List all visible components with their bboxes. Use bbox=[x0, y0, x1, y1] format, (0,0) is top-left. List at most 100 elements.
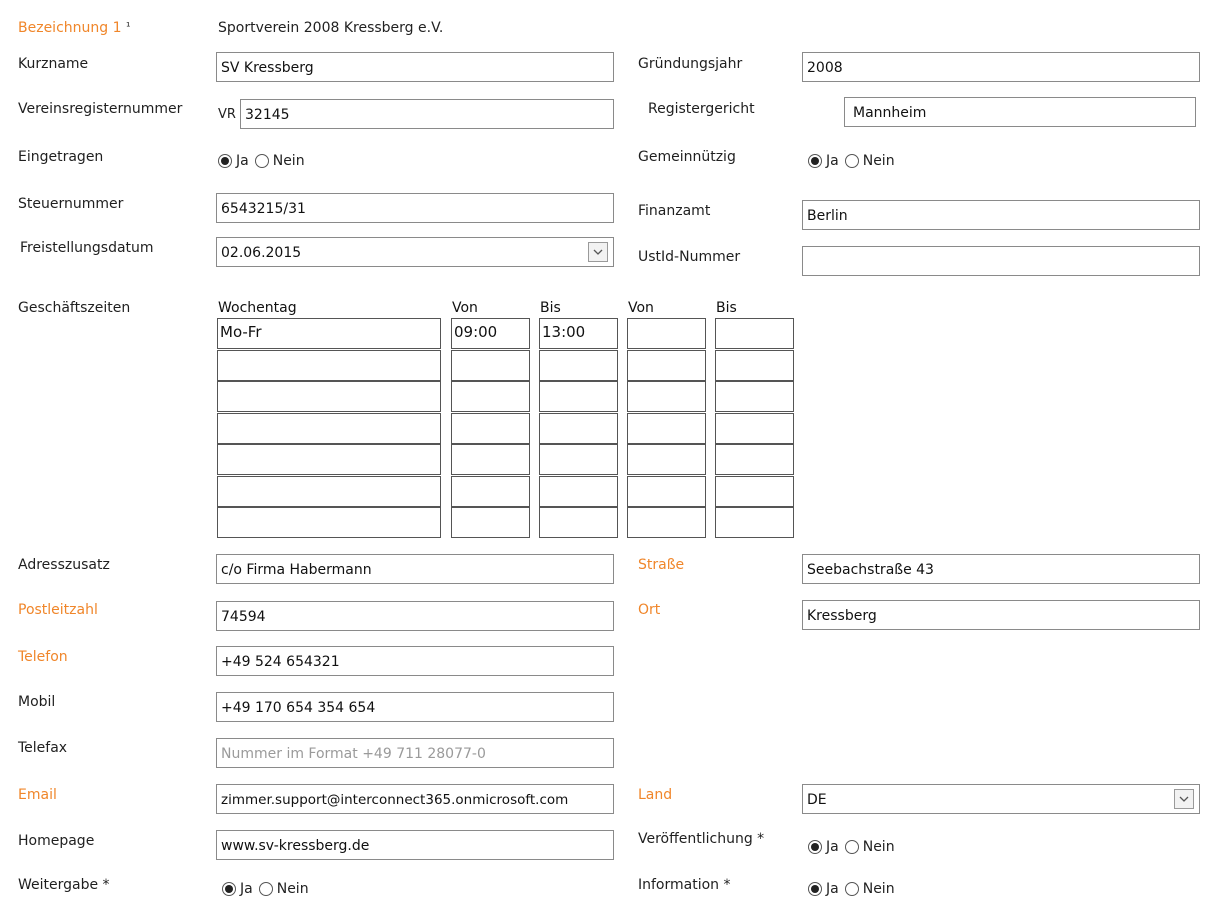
mobil-label: Mobil bbox=[18, 694, 56, 710]
hours-cell-wochentag[interactable] bbox=[217, 349, 441, 381]
homepage-label: Homepage bbox=[18, 833, 95, 849]
email-input[interactable]: zimmer.support@interconnect365.onmicroso… bbox=[216, 784, 614, 814]
vereinsregister-prefix: VR bbox=[218, 107, 236, 122]
information-radio-group: Ja Nein bbox=[808, 881, 901, 897]
telefon-label: Telefon bbox=[18, 649, 68, 665]
hours-cell-von-2[interactable] bbox=[627, 381, 706, 412]
adresszusatz-label: Adresszusatz bbox=[18, 557, 110, 573]
freistellungsdatum-value: 02.06.2015 bbox=[221, 245, 302, 261]
gemeinnuetzig-nein-radio[interactable] bbox=[844, 154, 859, 168]
hours-cell-bis-2[interactable] bbox=[715, 444, 794, 475]
postleitzahl-input[interactable]: 74594 bbox=[216, 601, 614, 631]
hours-cell-von-2[interactable] bbox=[627, 318, 706, 349]
veroeffentlichung-nein-radio[interactable] bbox=[844, 840, 859, 854]
hours-cell-bis-1[interactable] bbox=[539, 507, 618, 538]
telefon-input[interactable]: +49 524 654321 bbox=[216, 646, 614, 676]
gemeinnuetzig-nein-label: Nein bbox=[862, 153, 895, 169]
kurzname-input[interactable]: SV Kressberg bbox=[216, 52, 614, 82]
hours-cell-wochentag[interactable]: Mo-Fr bbox=[217, 318, 441, 349]
adresszusatz-input[interactable]: c/o Firma Habermann bbox=[216, 554, 614, 584]
vereinsregister-input[interactable]: 32145 bbox=[240, 99, 614, 129]
strasse-input[interactable]: Seebachstraße 43 bbox=[802, 554, 1200, 584]
eingetragen-ja-label: Ja bbox=[236, 153, 249, 169]
veroeffentlichung-radio-group: Ja Nein bbox=[808, 839, 901, 855]
eingetragen-ja-radio[interactable] bbox=[218, 154, 232, 168]
hours-cell-bis-1[interactable] bbox=[539, 381, 618, 412]
hours-cell-von-1[interactable] bbox=[451, 507, 530, 538]
registergericht-input[interactable]: Mannheim bbox=[844, 97, 1196, 127]
land-select[interactable]: DE bbox=[802, 784, 1200, 814]
hours-cell-bis-1[interactable] bbox=[539, 412, 618, 444]
hours-cell-von-2[interactable] bbox=[627, 349, 706, 381]
gemeinnuetzig-ja-radio[interactable] bbox=[808, 154, 822, 168]
chevron-down-icon bbox=[1179, 796, 1189, 802]
hours-cell-wochentag[interactable] bbox=[217, 507, 441, 538]
telefax-label: Telefax bbox=[18, 740, 68, 756]
ort-input[interactable]: Kressberg bbox=[802, 600, 1200, 630]
hours-cell-von-2[interactable] bbox=[627, 507, 706, 538]
hours-cell-wochentag[interactable] bbox=[217, 381, 441, 412]
hours-cell-bis-2[interactable] bbox=[715, 318, 794, 349]
vereinsregister-label: Vereinsregisternummer bbox=[18, 101, 183, 117]
freistellungsdatum-dropdown-button[interactable] bbox=[588, 242, 608, 262]
weitergabe-nein-radio[interactable] bbox=[258, 882, 273, 896]
gemeinnuetzig-label: Gemeinnützig bbox=[638, 149, 736, 165]
hours-cell-bis-1[interactable] bbox=[539, 444, 618, 475]
telefax-input[interactable]: Nummer im Format +49 711 28077-0 bbox=[216, 738, 614, 768]
hours-cell-wochentag[interactable] bbox=[217, 444, 441, 475]
hours-cell-von-1[interactable] bbox=[451, 475, 530, 507]
hours-cell-wochentag[interactable] bbox=[217, 475, 441, 507]
land-value: DE bbox=[807, 792, 827, 808]
postleitzahl-label: Postleitzahl bbox=[18, 602, 98, 618]
header-wochentag: Wochentag bbox=[218, 300, 297, 316]
information-ja-radio[interactable] bbox=[808, 882, 822, 896]
hours-cell-von-1[interactable]: 09:00 bbox=[451, 318, 530, 349]
hours-cell-bis-2[interactable] bbox=[715, 381, 794, 412]
hours-cell-bis-2[interactable] bbox=[715, 412, 794, 444]
bezeichnung-label: Bezeichnung 1 ¹ bbox=[18, 20, 130, 36]
hours-cell-von-1[interactable] bbox=[451, 412, 530, 444]
hours-cell-wochentag[interactable] bbox=[217, 412, 441, 444]
hours-cell-bis-1[interactable]: 13:00 bbox=[539, 318, 618, 349]
information-nein-radio[interactable] bbox=[844, 882, 859, 896]
hours-cell-von-2[interactable] bbox=[627, 444, 706, 475]
gruendungsjahr-input[interactable]: 2008 bbox=[802, 52, 1200, 82]
hours-cell-bis-2[interactable] bbox=[715, 349, 794, 381]
freistellungsdatum-input[interactable]: 02.06.2015 bbox=[216, 237, 614, 267]
hours-cell-bis-2[interactable] bbox=[715, 475, 794, 507]
eingetragen-nein-label: Nein bbox=[272, 153, 305, 169]
information-label: Information * bbox=[638, 877, 731, 893]
information-ja-label: Ja bbox=[826, 881, 839, 897]
strasse-label: Straße bbox=[638, 557, 685, 573]
steuernummer-input[interactable]: 6543215/31 bbox=[216, 193, 614, 223]
veroeffentlichung-label: Veröffentlichung * bbox=[638, 831, 765, 847]
hours-cell-bis-1[interactable] bbox=[539, 475, 618, 507]
finanzamt-label: Finanzamt bbox=[638, 203, 711, 219]
ustid-label: UstId-Nummer bbox=[638, 249, 741, 265]
geschaeftszeiten-label: Geschäftszeiten bbox=[18, 300, 131, 316]
homepage-input[interactable]: www.sv-kressberg.de bbox=[216, 830, 614, 860]
eingetragen-nein-radio[interactable] bbox=[254, 154, 269, 168]
land-label: Land bbox=[638, 787, 673, 803]
land-dropdown-button[interactable] bbox=[1174, 789, 1194, 809]
weitergabe-ja-label: Ja bbox=[240, 881, 253, 897]
veroeffentlichung-ja-radio[interactable] bbox=[808, 840, 822, 854]
hours-cell-von-2[interactable] bbox=[627, 412, 706, 444]
hours-cell-bis-1[interactable] bbox=[539, 349, 618, 381]
finanzamt-input[interactable]: Berlin bbox=[802, 200, 1200, 230]
ustid-input[interactable] bbox=[802, 246, 1200, 276]
mobil-input[interactable]: +49 170 654 354 654 bbox=[216, 692, 614, 722]
header-von-2: Von bbox=[628, 300, 654, 316]
hours-cell-von-2[interactable] bbox=[627, 475, 706, 507]
hours-cell-von-1[interactable] bbox=[451, 349, 530, 381]
information-nein-label: Nein bbox=[862, 881, 895, 897]
weitergabe-ja-radio[interactable] bbox=[222, 882, 236, 896]
header-bis-1: Bis bbox=[540, 300, 561, 316]
steuernummer-label: Steuernummer bbox=[18, 196, 124, 212]
hours-cell-von-1[interactable] bbox=[451, 381, 530, 412]
hours-cell-bis-2[interactable] bbox=[715, 507, 794, 538]
hours-cell-von-1[interactable] bbox=[451, 444, 530, 475]
registergericht-label: Registergericht bbox=[648, 101, 755, 117]
email-label: Email bbox=[18, 787, 57, 803]
eingetragen-label: Eingetragen bbox=[18, 149, 104, 165]
